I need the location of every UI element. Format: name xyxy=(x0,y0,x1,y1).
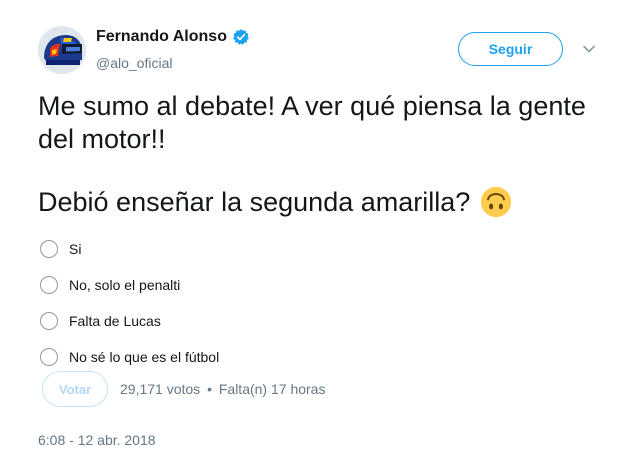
poll-meta-separator: • xyxy=(207,381,212,397)
poll-choice-label: Falta de Lucas xyxy=(69,313,161,329)
author-handle[interactable]: @alo_oficial xyxy=(96,55,172,71)
radio-button[interactable] xyxy=(40,240,58,258)
poll-choice[interactable]: No sé lo que es el fútbol xyxy=(40,339,440,375)
verified-badge-icon xyxy=(233,29,249,45)
tweet-text-line: Me sumo al debate! A ver qué piensa la g… xyxy=(38,91,586,121)
tweet-timestamp[interactable]: 6:08 - 12 abr. 2018 xyxy=(38,432,156,448)
poll-choice[interactable]: Falta de Lucas xyxy=(40,303,440,339)
tweet-text: Me sumo al debate! A ver qué piensa la g… xyxy=(38,90,598,156)
racing-helmet-icon xyxy=(38,26,86,74)
poll-choices: Si No, solo el penalti Falta de Lucas No… xyxy=(40,231,440,375)
poll-time-left: Falta(n) 17 horas xyxy=(218,381,326,397)
poll-question-text: Debió enseñar la segunda amarilla? xyxy=(38,186,471,217)
radio-button[interactable] xyxy=(40,348,58,366)
author-avatar[interactable] xyxy=(38,26,86,74)
tweet-text-line: del motor!! xyxy=(38,124,166,154)
upside-down-face-emoji-icon xyxy=(481,186,512,218)
tweet-header: Fernando Alonso @alo_oficial Seguir xyxy=(38,22,610,74)
poll-question: Debió enseñar la segunda amarilla? xyxy=(38,186,512,218)
author-display-name[interactable]: Fernando Alonso xyxy=(96,28,227,46)
poll-choice-label: No, solo el penalti xyxy=(69,277,181,293)
poll-choice-label: Si xyxy=(69,241,82,257)
vote-button[interactable]: Votar xyxy=(42,371,108,407)
radio-button[interactable] xyxy=(40,312,58,330)
chevron-down-icon[interactable] xyxy=(582,42,596,56)
follow-button[interactable]: Seguir xyxy=(458,32,563,66)
poll-choice[interactable]: No, solo el penalti xyxy=(40,267,440,303)
poll-vote-count: 29,171 votos xyxy=(120,381,201,397)
poll-meta: 29,171 votos • Falta(n) 17 horas xyxy=(120,381,325,397)
poll-choice-label: No sé lo que es el fútbol xyxy=(69,349,220,365)
poll-choice[interactable]: Si xyxy=(40,231,440,267)
poll-footer: Votar 29,171 votos • Falta(n) 17 horas xyxy=(42,371,325,407)
radio-button[interactable] xyxy=(40,276,58,294)
